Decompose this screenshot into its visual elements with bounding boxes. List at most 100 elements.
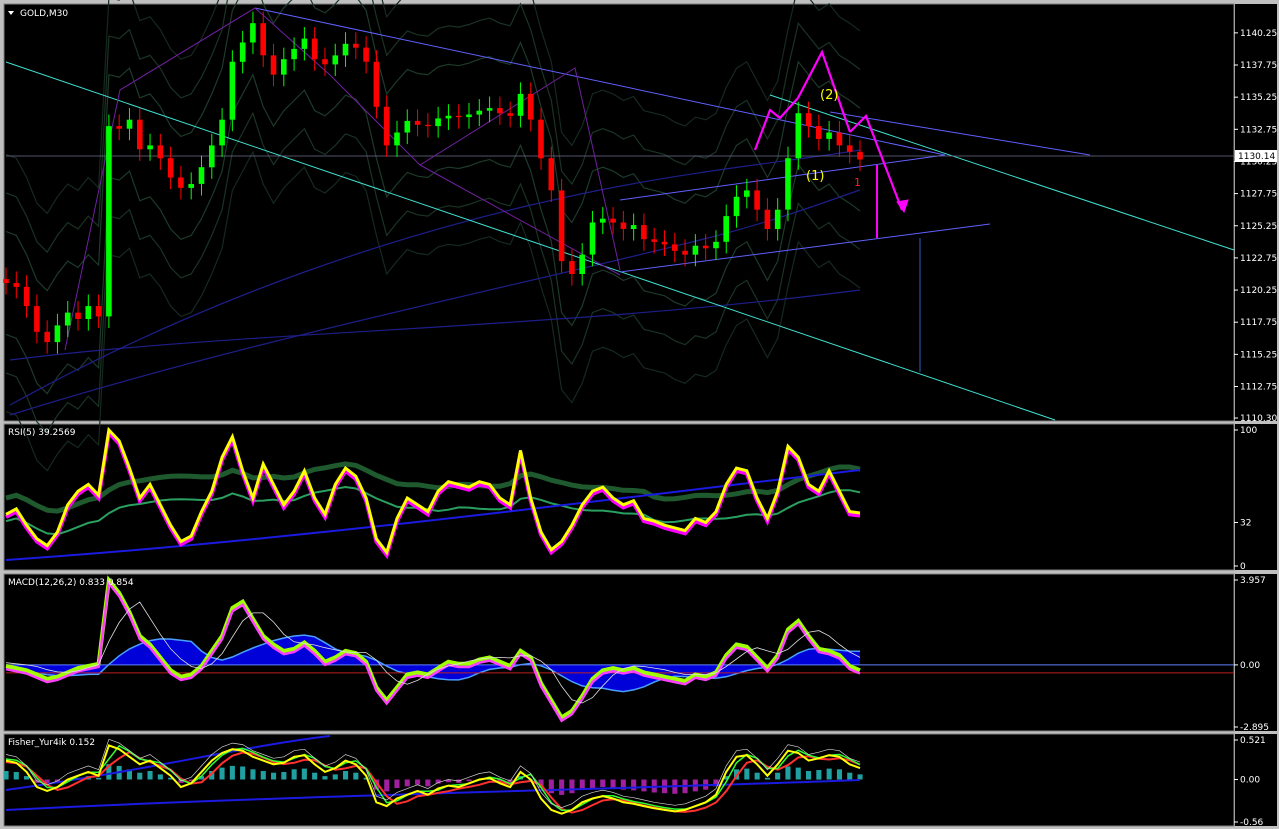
candle-body bbox=[75, 312, 81, 319]
price-panel[interactable] bbox=[3, 3, 1235, 422]
candle-body bbox=[733, 196, 740, 217]
candle-body bbox=[137, 119, 143, 150]
axis-tick-label: 1120.25 bbox=[1240, 286, 1277, 296]
candle-body bbox=[281, 59, 287, 75]
candle-body bbox=[610, 218, 616, 223]
candle-body bbox=[157, 145, 164, 159]
candle-body bbox=[816, 126, 822, 139]
candle-body bbox=[476, 110, 483, 115]
fisher-bar bbox=[610, 779, 616, 788]
fisher-bar bbox=[795, 767, 801, 780]
fisher-bar bbox=[332, 774, 338, 780]
fisher-bar bbox=[147, 771, 153, 780]
fisher-bar bbox=[3, 771, 9, 780]
candle-body bbox=[301, 38, 308, 49]
candle-body bbox=[394, 132, 400, 146]
fisher-bar bbox=[600, 779, 606, 787]
candle-body bbox=[528, 93, 534, 120]
wave-label-minor-1: 1 bbox=[854, 176, 861, 189]
fisher-bar bbox=[343, 771, 349, 780]
fisher-bar bbox=[548, 779, 554, 794]
fisher-bar bbox=[589, 779, 595, 788]
candle-body bbox=[250, 23, 256, 43]
wave-label-2: (2) bbox=[820, 88, 838, 103]
candle-body bbox=[795, 113, 802, 159]
candle-body bbox=[383, 106, 390, 146]
candle-body bbox=[579, 254, 585, 274]
axis-tick-label: -0.56 bbox=[1240, 818, 1264, 828]
fisher-panel[interactable] bbox=[3, 733, 1235, 827]
fisher-bar bbox=[219, 767, 225, 780]
candle-body bbox=[167, 158, 174, 178]
candle-body bbox=[774, 209, 781, 229]
fisher-bar bbox=[754, 772, 760, 780]
candle-body bbox=[414, 120, 421, 125]
candle-body bbox=[311, 38, 318, 60]
fisher-bar bbox=[281, 772, 287, 780]
candle-body bbox=[445, 115, 452, 119]
candle-body bbox=[702, 245, 709, 249]
candle-body bbox=[342, 43, 349, 56]
candle-body bbox=[497, 108, 503, 114]
candle-body bbox=[291, 48, 297, 60]
candle-body bbox=[466, 114, 472, 118]
fisher-bar bbox=[559, 779, 565, 795]
candle-body bbox=[754, 190, 760, 210]
fisher-bar bbox=[764, 777, 770, 780]
axis-tick-label: 0.521 bbox=[1240, 736, 1266, 746]
axis-tick-label: 1140.25 bbox=[1240, 29, 1277, 39]
fisher-bar bbox=[744, 768, 750, 780]
axis-tick-label: 1135.25 bbox=[1240, 93, 1277, 103]
candle-body bbox=[723, 216, 729, 242]
fisher-bar bbox=[301, 768, 307, 780]
candle-body bbox=[425, 124, 431, 127]
fisher-bar bbox=[353, 772, 359, 780]
fisher-bar bbox=[24, 776, 30, 780]
candle-body bbox=[744, 190, 750, 197]
fisher-bar bbox=[384, 779, 390, 792]
candle-body bbox=[455, 115, 462, 118]
fisher-bar bbox=[271, 772, 277, 780]
fisher-bar bbox=[631, 779, 637, 791]
fisher-bar bbox=[826, 768, 832, 780]
fisher-title: Fisher_Yur4ik 0.152 bbox=[8, 738, 95, 748]
candle-body bbox=[260, 23, 266, 56]
axis-tick-label: 1112.75 bbox=[1240, 383, 1277, 393]
candle-body bbox=[239, 42, 246, 62]
fisher-bar bbox=[641, 779, 647, 792]
candle-body bbox=[569, 261, 575, 274]
candle-body bbox=[373, 61, 380, 107]
candle-body bbox=[106, 126, 112, 317]
candle-body bbox=[219, 119, 225, 146]
candle-body bbox=[764, 209, 771, 229]
candle-body bbox=[353, 43, 359, 48]
fisher-bar bbox=[137, 772, 143, 780]
axis-tick-label: 0 bbox=[1240, 562, 1246, 572]
candle-body bbox=[805, 113, 812, 127]
axis-tick-label: 1110.30 bbox=[1240, 414, 1277, 424]
axis-tick-label: -2.895 bbox=[1240, 723, 1269, 733]
candle-body bbox=[435, 118, 441, 127]
fisher-bar bbox=[857, 774, 863, 780]
fisher-bar bbox=[13, 772, 19, 780]
candle-body bbox=[270, 55, 277, 75]
candle-body bbox=[54, 325, 61, 343]
candle-body bbox=[13, 283, 20, 287]
candle-body bbox=[600, 218, 606, 223]
rsi-panel[interactable] bbox=[3, 423, 1235, 571]
chart-canvas[interactable]: 1140.251137.751135.251132.751130.251127.… bbox=[0, 0, 1279, 829]
candle-body bbox=[229, 61, 236, 120]
fisher-bar bbox=[260, 771, 266, 780]
symbol-title: GOLD,M30 bbox=[20, 9, 68, 19]
axis-tick-label: 1125.25 bbox=[1240, 222, 1277, 232]
candle-body bbox=[548, 158, 555, 191]
fisher-bar bbox=[569, 779, 575, 794]
candle-body bbox=[507, 113, 513, 116]
fisher-bar bbox=[96, 777, 102, 780]
candle-body bbox=[682, 250, 688, 255]
fisher-bar bbox=[229, 765, 235, 780]
axis-tick-label: 0.00 bbox=[1240, 776, 1260, 786]
fisher-bar bbox=[466, 779, 472, 782]
rsi-axis bbox=[1235, 424, 1277, 570]
candle-body bbox=[630, 225, 637, 229]
